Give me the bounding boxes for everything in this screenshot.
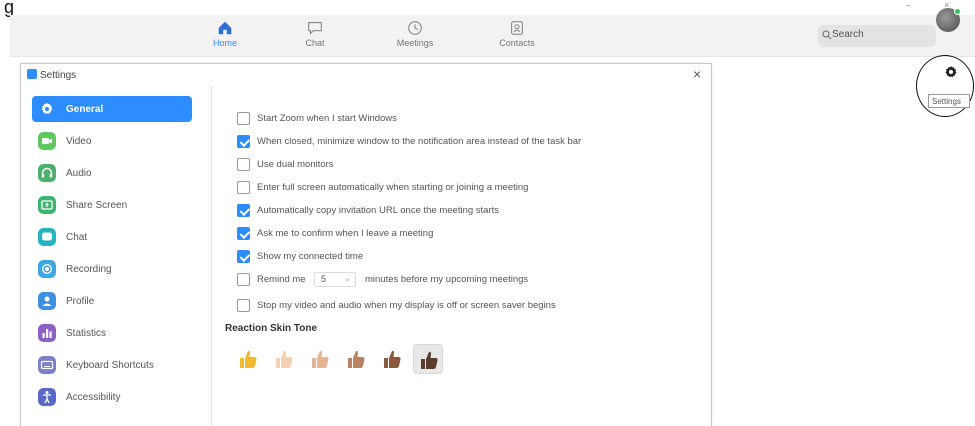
main-navbar: Home Chat Meetings Contacts Search	[10, 15, 975, 57]
profile-icon	[38, 292, 56, 310]
checkbox[interactable]	[237, 299, 250, 312]
clock-icon	[408, 21, 422, 35]
sidebar-item-video[interactable]: Video	[32, 128, 192, 154]
record-icon	[38, 260, 56, 278]
settings-title-text: Settings	[40, 70, 77, 81]
settings-gear-icon[interactable]	[944, 65, 958, 79]
sidebar-item-statistics[interactable]: Statistics	[32, 320, 192, 346]
headphones-icon	[38, 164, 56, 182]
settings-sidebar: General Video Audio Share Screen Chat Re…	[21, 86, 212, 426]
thumbs-up-icon	[384, 350, 401, 368]
option-label: Stop my video and audio when my display …	[257, 300, 556, 311]
option-label: Enter full screen automatically when sta…	[257, 182, 529, 193]
search-box[interactable]: Search	[818, 25, 936, 47]
remind-before-label: Remind me	[257, 274, 306, 285]
top-bar: g – × Home Chat Meetings Contacts Search	[0, 0, 975, 60]
option-label: Automatically copy invitation URL once t…	[257, 205, 500, 216]
sidebar-label-share-screen: Share Screen	[66, 200, 128, 211]
tab-meetings[interactable]: Meetings	[380, 17, 450, 55]
tab-contacts-label: Contacts	[499, 38, 535, 48]
tab-home[interactable]: Home	[190, 17, 260, 55]
remind-minutes-select[interactable]: 5 ⌄	[314, 272, 356, 287]
title-bar: g – ×	[0, 0, 975, 17]
settings-close-button[interactable]: ×	[693, 66, 701, 82]
checkbox[interactable]	[237, 273, 250, 286]
sidebar-label-profile: Profile	[66, 296, 95, 307]
thumbs-up-icon	[312, 350, 329, 368]
zoom-logo-icon	[27, 69, 37, 79]
sidebar-item-share-screen[interactable]: Share Screen	[32, 192, 192, 218]
home-icon	[218, 21, 232, 35]
tab-contacts[interactable]: Contacts	[482, 17, 552, 55]
skin-tone-5[interactable]	[377, 344, 407, 374]
remind-minutes-value: 5	[321, 274, 327, 284]
tab-meetings-label: Meetings	[396, 38, 434, 48]
general-settings-panel: Start Zoom when I start Windows When clo…	[213, 86, 713, 426]
keyboard-icon	[38, 356, 56, 374]
chevron-down-icon: ⌄	[343, 273, 351, 283]
checkbox[interactable]	[237, 158, 250, 171]
option-label: When closed, minimize window to the noti…	[257, 136, 582, 147]
thumbs-up-icon	[348, 350, 365, 368]
online-status-dot	[954, 8, 961, 15]
skin-tone-6-selected[interactable]	[413, 344, 443, 374]
option-label: Show my connected time	[257, 251, 364, 262]
sidebar-label-accessibility: Accessibility	[66, 392, 121, 403]
contacts-icon	[511, 21, 523, 35]
checkbox-checked[interactable]	[237, 135, 250, 148]
sidebar-item-profile[interactable]: Profile	[32, 288, 192, 314]
minimize-button[interactable]: –	[906, 0, 911, 10]
sidebar-item-keyboard-shortcuts[interactable]: Keyboard Shortcuts	[32, 352, 192, 378]
video-icon	[38, 132, 56, 150]
sidebar-label-recording: Recording	[66, 264, 112, 275]
remind-after-label: minutes before my upcoming meetings	[365, 274, 529, 285]
sidebar-label-general: General	[66, 104, 104, 115]
sidebar-label-chat: Chat	[66, 232, 88, 243]
sidebar-label-keyboard-shortcuts: Keyboard Shortcuts	[66, 360, 154, 371]
skin-tone-1[interactable]	[233, 344, 263, 374]
sidebar-item-recording[interactable]: Recording	[32, 256, 192, 282]
sidebar-label-audio: Audio	[66, 168, 92, 179]
checkbox[interactable]	[237, 181, 250, 194]
gear-icon	[41, 102, 53, 115]
option-label: Use dual monitors	[257, 159, 334, 170]
thumbs-up-icon	[240, 350, 257, 368]
sidebar-item-accessibility[interactable]: Accessibility	[32, 384, 192, 410]
share-screen-icon	[38, 196, 56, 214]
search-icon	[822, 30, 832, 40]
thumbs-up-icon	[421, 351, 438, 369]
chat-bubble-icon	[38, 228, 56, 246]
checkbox-checked[interactable]	[237, 227, 250, 240]
settings-window: Settings × General Video Audio Share Scr…	[20, 63, 712, 426]
statistics-icon	[38, 324, 56, 342]
checkbox-checked[interactable]	[237, 250, 250, 263]
tab-chat-label: Chat	[305, 38, 325, 48]
settings-title: Settings	[27, 69, 76, 81]
tab-home-label: Home	[212, 38, 237, 48]
settings-tooltip: Settings	[928, 94, 970, 108]
option-label: Start Zoom when I start Windows	[257, 113, 397, 124]
checkbox-checked[interactable]	[237, 204, 250, 217]
checkbox[interactable]	[237, 112, 250, 125]
skin-tone-3[interactable]	[305, 344, 335, 374]
tab-chat[interactable]: Chat	[280, 17, 350, 55]
accessibility-icon	[38, 388, 56, 406]
skin-tone-heading: Reaction Skin Tone	[225, 323, 318, 334]
skin-tone-4[interactable]	[341, 344, 371, 374]
sidebar-item-chat[interactable]: Chat	[32, 224, 192, 250]
sidebar-label-video: Video	[66, 136, 92, 147]
skin-tone-2[interactable]	[269, 344, 299, 374]
search-placeholder: Search	[832, 29, 864, 40]
chat-icon	[308, 22, 322, 35]
option-label: Ask me to confirm when I leave a meeting	[257, 228, 434, 239]
thumbs-up-icon	[276, 350, 293, 368]
sidebar-item-general[interactable]: General	[32, 96, 192, 122]
sidebar-label-statistics: Statistics	[66, 328, 107, 339]
sidebar-item-audio[interactable]: Audio	[32, 160, 192, 186]
